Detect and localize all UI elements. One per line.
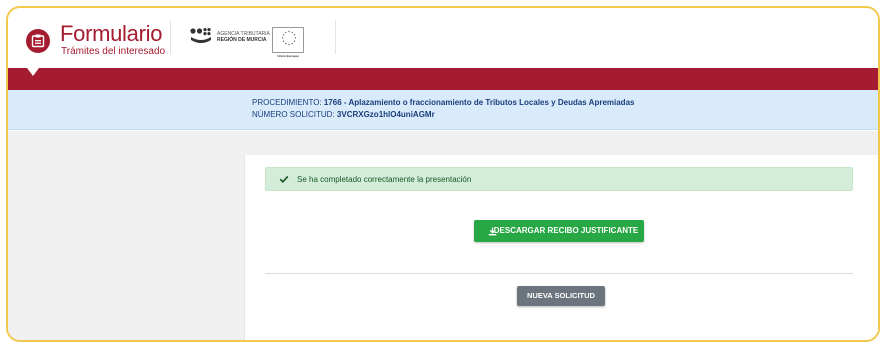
procedure-line: PROCEDIMIENTO: 1766 - Aplazamiento o fra…: [252, 98, 634, 107]
agency-logo-icon: [190, 28, 211, 43]
header-divider: [170, 20, 171, 54]
procedure-info-bar: [8, 90, 878, 130]
app-subtitle: Trámites del interesado: [61, 46, 166, 57]
procedure-label: PROCEDIMIENTO:: [252, 98, 324, 107]
form-app-icon[interactable]: [26, 29, 50, 53]
check-icon: [279, 175, 289, 183]
eu-label: Unión Europea: [277, 54, 299, 58]
menu-caret-icon[interactable]: [27, 68, 39, 76]
agency-line-2: REGIÓN DE MURCIA: [217, 37, 267, 43]
left-panel: [8, 131, 244, 340]
section-divider: [265, 273, 853, 274]
app-title[interactable]: Formulario: [60, 23, 162, 45]
request-number-line: NÚMERO SOLICITUD: 3VCRXGzo1hlO4uniAGMr: [252, 110, 435, 119]
app-header: Formulario Trámites del interesado AGENC…: [8, 8, 878, 60]
download-receipt-label: DESCARGAR RECIBO JUSTIFICANTE: [493, 226, 639, 235]
success-message: Se ha completado correctamente la presen…: [297, 175, 472, 184]
new-request-button[interactable]: NUEVA SOLICITUD: [517, 286, 605, 306]
header-divider-2: [335, 20, 336, 54]
eu-flag-icon: [272, 27, 304, 53]
agency-name: AGENCIA TRIBUTARIA REGIÓN DE MURCIA: [217, 31, 270, 43]
download-icon: [488, 227, 497, 236]
content-top-gap: [244, 131, 878, 155]
procedure-value: 1766 - Aplazamiento o fraccionamiento de…: [323, 98, 635, 107]
page-viewport: Formulario Trámites del interesado AGENC…: [8, 8, 878, 340]
request-number-label: NÚMERO SOLICITUD:: [252, 110, 337, 119]
brand-bar: [8, 68, 878, 90]
request-number-value: 3VCRXGzo1hlO4uniAGMr: [336, 110, 435, 119]
download-receipt-button[interactable]: DESCARGAR RECIBO JUSTIFICANTE: [474, 220, 644, 242]
